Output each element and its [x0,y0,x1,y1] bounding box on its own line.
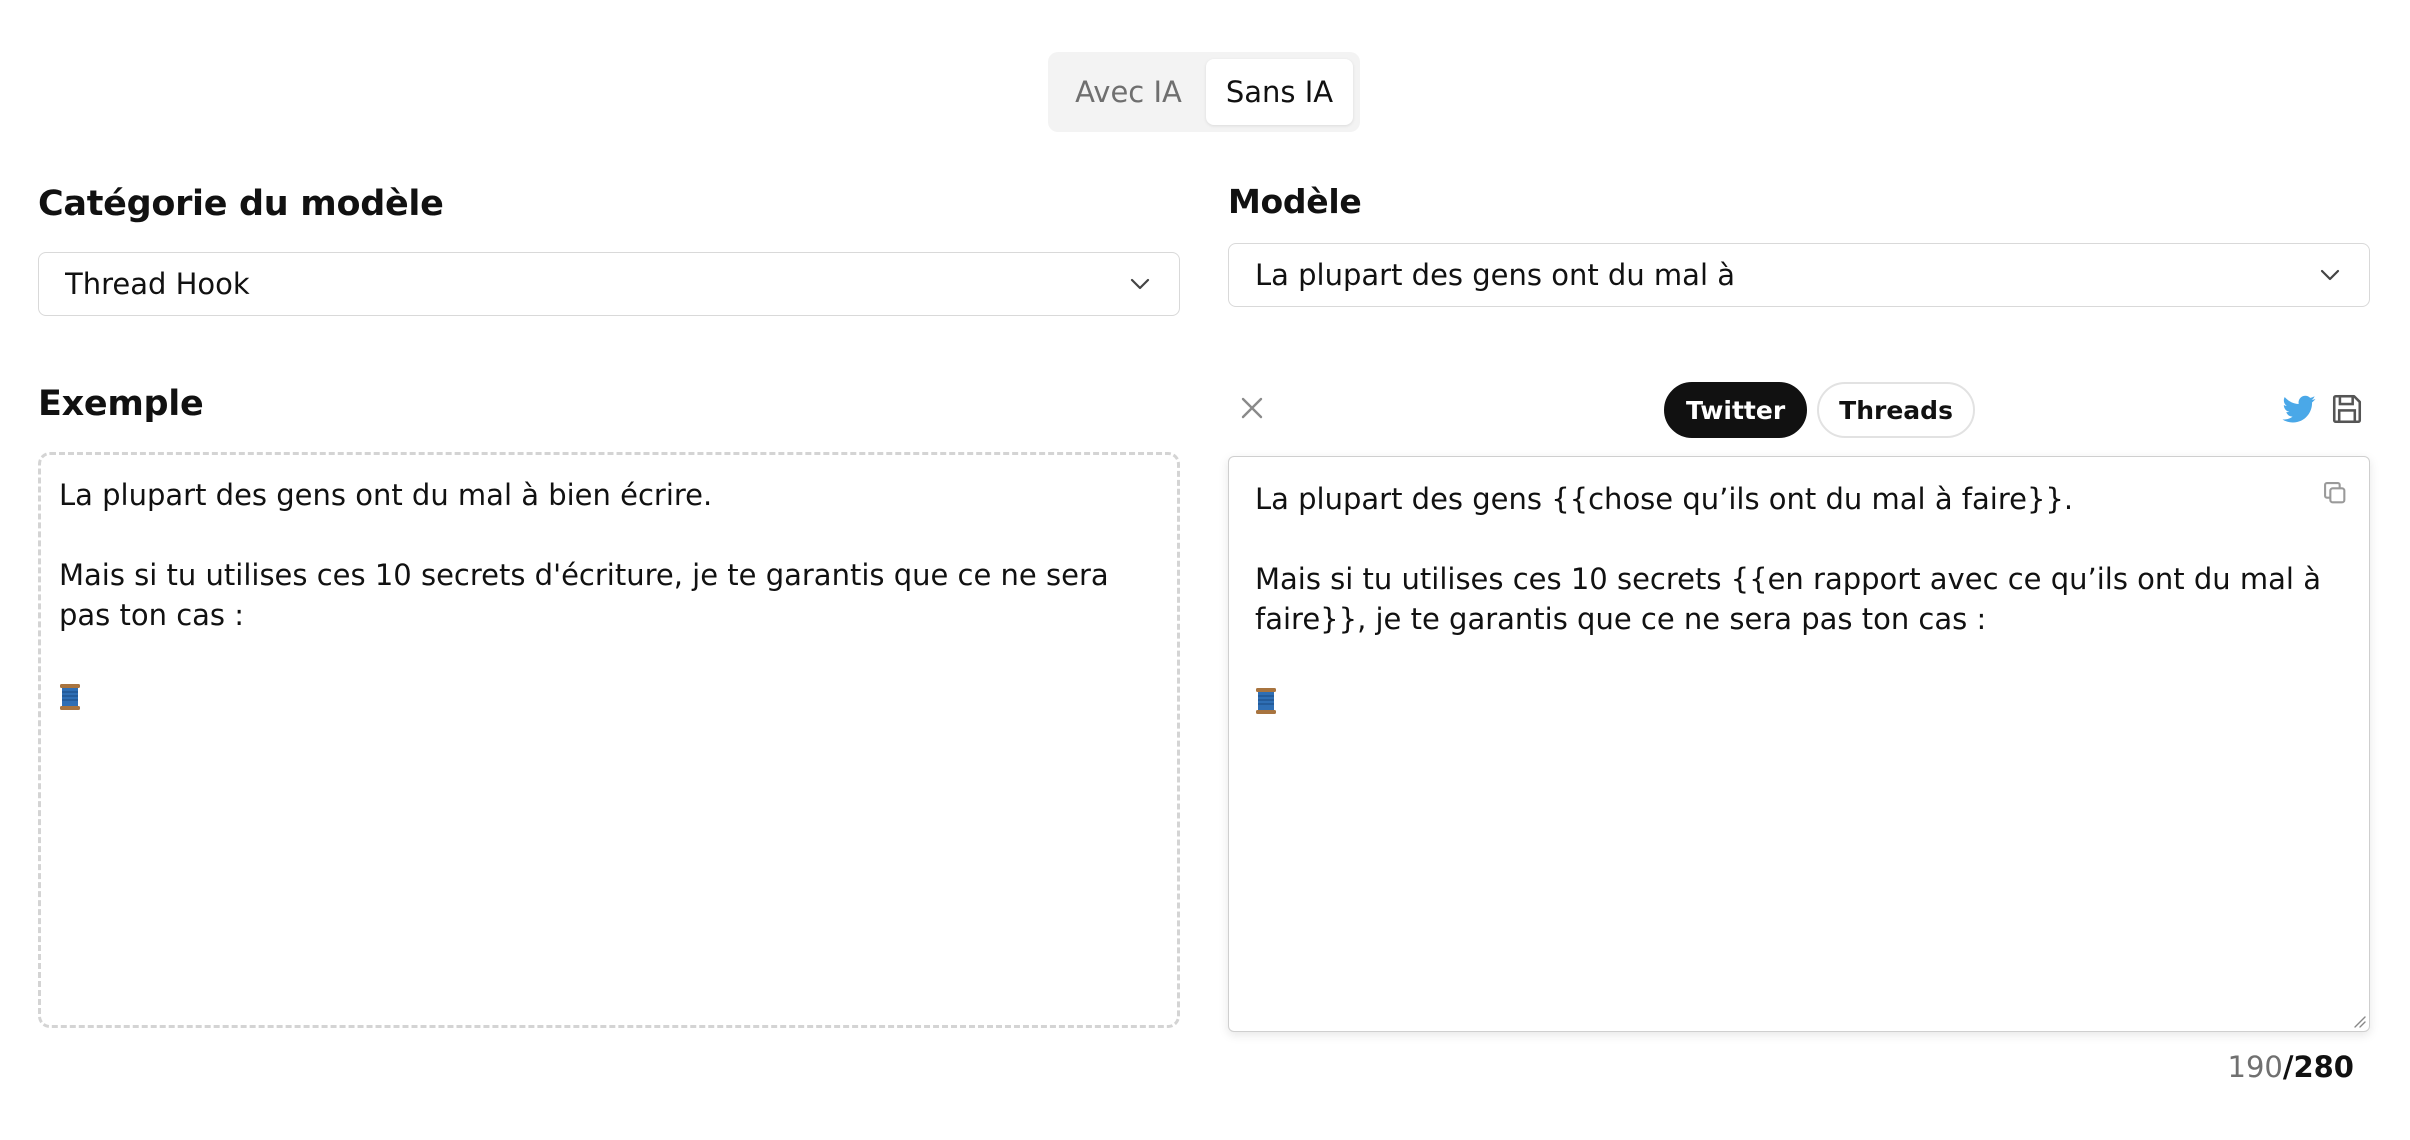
editor-line-2: Mais si tu utilises ces 10 secrets {{en … [1255,562,2331,636]
chevron-down-icon [2317,262,2343,288]
tab-twitter[interactable]: Twitter [1664,382,1808,438]
example-box: La plupart des gens ont du mal à bien éc… [38,452,1180,1028]
mode-sans-ia-button[interactable]: Sans IA [1206,59,1353,125]
model-select[interactable]: La plupart des gens ont du mal à [1228,243,2370,307]
save-icon[interactable] [2330,392,2364,426]
editor-line-1: La plupart des gens {{chose qu’ils ont d… [1255,482,2074,516]
example-emoji [59,675,1159,715]
category-title: Catégorie du modèle [38,184,444,224]
character-count: 190 [2227,1050,2283,1084]
tab-threads[interactable]: Threads [1817,382,1975,438]
character-max: 280 [2293,1050,2354,1084]
template-editor[interactable]: La plupart des gens {{chose qu’ils ont d… [1228,456,2370,1032]
twitter-icon[interactable] [2281,392,2317,428]
thread-spool-emoji [60,684,80,710]
model-title: Modèle [1228,182,1362,221]
mode-avec-ia-button[interactable]: Avec IA [1055,59,1202,125]
example-line-2: Mais si tu utilises ces 10 secrets d'écr… [59,558,1118,632]
copy-icon[interactable] [2321,479,2349,507]
platform-toggle: Twitter Threads [1664,382,1975,438]
category-select-value: Thread Hook [65,267,250,301]
model-select-value: La plupart des gens ont du mal à [1255,258,1736,292]
resize-handle[interactable] [2350,1012,2366,1028]
category-select[interactable]: Thread Hook [38,252,1180,316]
example-line-1: La plupart des gens ont du mal à bien éc… [59,478,713,512]
editor-emoji [1255,679,2343,719]
page: Avec IA Sans IA Catégorie du modèle Thre… [0,0,2410,1140]
thread-spool-emoji [1256,688,1276,714]
close-icon[interactable] [1236,392,1268,424]
mode-toggle: Avec IA Sans IA [1048,52,1360,132]
example-title: Exemple [38,384,204,424]
character-counter: 190/280 [2228,1050,2355,1084]
chevron-down-icon [1127,271,1153,297]
counter-separator: / [2282,1050,2294,1084]
